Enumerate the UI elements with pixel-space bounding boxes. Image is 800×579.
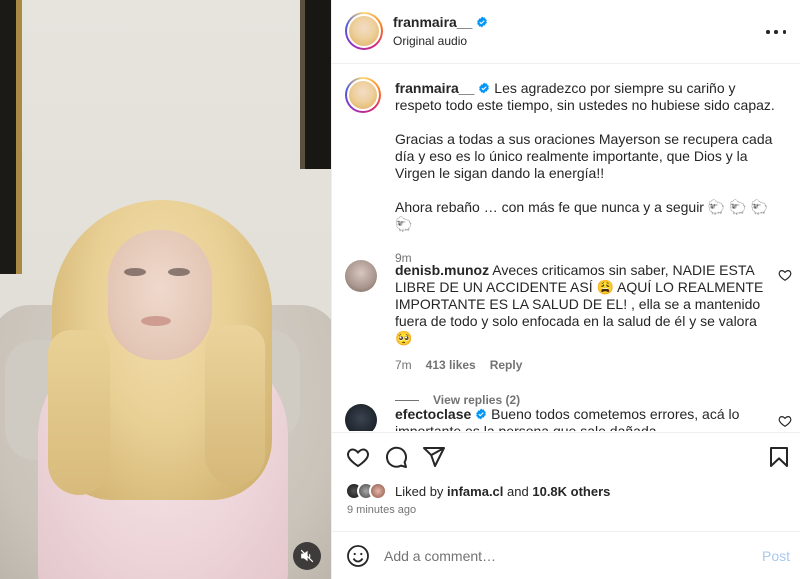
mute-button[interactable] xyxy=(293,542,321,570)
post-action-bar xyxy=(332,432,800,478)
liked-by-prefix: Liked by xyxy=(395,483,444,499)
liked-by-joiner: and xyxy=(507,483,529,499)
more-dots-icon xyxy=(766,30,770,34)
verified-badge-icon xyxy=(476,408,487,420)
liked-by-others[interactable]: 10.8K others xyxy=(532,484,610,499)
heart-icon[interactable] xyxy=(778,268,792,282)
heart-icon[interactable] xyxy=(346,445,370,469)
share-icon[interactable] xyxy=(422,445,446,469)
author-avatar[interactable] xyxy=(345,12,383,50)
liker-avatar xyxy=(369,482,387,500)
person-hair-lock xyxy=(205,325,265,485)
comment-likes[interactable]: 413 likes xyxy=(426,357,476,374)
person-eye xyxy=(168,268,190,276)
verified-badge-icon xyxy=(479,82,490,94)
post-header: franmaira__ Original audio xyxy=(332,0,800,64)
commenter-username[interactable]: denisb.munoz xyxy=(395,262,489,278)
bookmark-icon[interactable] xyxy=(767,445,791,469)
post-time-ago[interactable]: 9 minutes ago xyxy=(347,504,416,516)
author-username[interactable]: franmaira__ xyxy=(393,14,472,30)
comment-timestamp[interactable]: 7m xyxy=(395,357,412,374)
wall-frame-left xyxy=(0,0,22,274)
comment-input[interactable] xyxy=(384,546,734,566)
commenter-username[interactable]: efectoclase xyxy=(395,406,471,422)
more-dots-icon xyxy=(774,30,778,34)
more-dots-icon xyxy=(782,30,786,34)
view-replies-label: View replies (2) xyxy=(433,393,521,407)
liked-by-text: Liked by infama.cl and 10.8K others xyxy=(395,484,610,499)
comments-scroll-area[interactable]: franmaira__ Les agradezco por siempre su… xyxy=(332,65,800,431)
commenter-avatar[interactable] xyxy=(345,404,377,431)
replies-divider xyxy=(395,400,419,402)
caption-text: Ahora rebaño … con más fe que nunca y a … xyxy=(395,199,768,232)
speaker-muted-icon xyxy=(300,549,314,563)
post-comment-button[interactable]: Post xyxy=(762,548,790,564)
verified-badge-icon xyxy=(477,16,488,28)
heart-icon[interactable] xyxy=(778,414,792,428)
post-side-panel: franmaira__ Original audio franmaira__ L… xyxy=(331,0,800,579)
reel-video[interactable] xyxy=(0,0,331,579)
caption-username[interactable]: franmaira__ xyxy=(395,80,474,96)
emoji-smile-icon[interactable] xyxy=(346,544,370,568)
comment-icon[interactable] xyxy=(384,445,408,469)
more-options-button[interactable] xyxy=(766,24,786,40)
person-face xyxy=(108,230,212,360)
author-avatar[interactable] xyxy=(345,77,381,113)
liked-by-user[interactable]: infama.cl xyxy=(447,484,503,499)
reply-button[interactable]: Reply xyxy=(490,357,523,374)
commenter-avatar[interactable] xyxy=(345,260,377,292)
person-hair-lock xyxy=(48,330,110,495)
person-lips xyxy=(141,316,171,326)
liked-by-row[interactable]: Liked by infama.cl and 10.8K others xyxy=(345,481,610,501)
wall-frame-right xyxy=(300,0,331,169)
caption-text: Gracias a todas a sus oraciones Mayerson… xyxy=(395,131,773,181)
audio-label[interactable]: Original audio xyxy=(393,34,467,48)
person-eye xyxy=(124,268,146,276)
add-comment-bar: Post xyxy=(332,531,800,579)
